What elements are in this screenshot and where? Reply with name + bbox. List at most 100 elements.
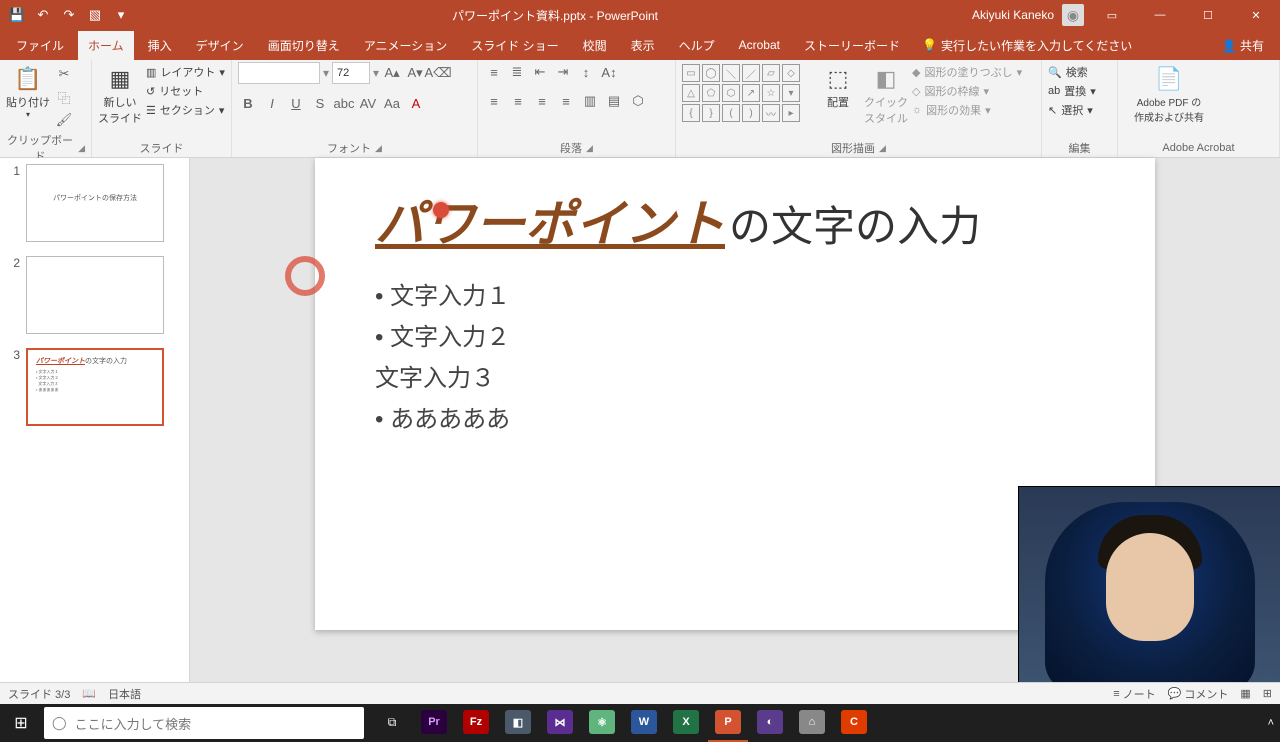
increase-indent-button[interactable]: ⇥ [553,62,573,82]
user-avatar-icon[interactable]: ◉ [1062,4,1084,26]
dialog-launcher-icon[interactable]: ◢ [78,143,85,154]
save-icon[interactable]: 💾 [8,6,26,24]
shapes-gallery[interactable]: ▭◯＼／▱◇ △⬠⬡↗☆▾ {}()〰▸ [682,62,812,122]
section-button[interactable]: ☰セクション ▾ [146,102,225,118]
shape-fill-button[interactable]: ◆図形の塗りつぶし ▾ [912,64,1022,80]
bullet-item[interactable]: あああああ [375,399,1095,434]
clear-formatting-icon[interactable]: A⌫ [428,63,448,83]
tab-file[interactable]: ファイル [6,31,74,60]
close-icon[interactable]: ✕ [1236,0,1276,30]
app-word[interactable]: W [624,704,664,742]
share-button[interactable]: 👤 共有 [1212,33,1274,58]
text-direction-button[interactable]: A↕ [599,62,619,82]
tab-transitions[interactable]: 画面切り替え [258,31,350,60]
task-view-icon[interactable]: ⧉ [372,704,412,742]
slideshow-from-start-icon[interactable]: ▧ [86,6,104,24]
tab-help[interactable]: ヘルプ [669,31,725,60]
tab-storyboard[interactable]: ストーリーボード [794,31,910,60]
strikethrough-button[interactable]: S [310,93,330,113]
language-label[interactable]: 日本語 [108,686,141,702]
slide-sorter-icon[interactable]: ⊞ [1263,687,1272,700]
new-slide-button[interactable]: ▦ 新しい スライド [98,62,142,126]
app-filezilla[interactable]: Fz [456,704,496,742]
justify-button[interactable]: ≡ [556,91,576,111]
quick-styles-button[interactable]: ◧ クイック スタイル [864,62,908,126]
tab-slideshow[interactable]: スライド ショー [461,31,568,60]
dialog-launcher-icon[interactable]: ◢ [586,143,593,154]
slide-position[interactable]: スライド 3/3 [8,686,70,702]
tab-insert[interactable]: 挿入 [138,31,182,60]
app-premiere[interactable]: Pr [414,704,454,742]
undo-icon[interactable]: ↶ [34,6,52,24]
format-painter-icon[interactable]: 🖌 [54,110,74,130]
ribbon-display-options-icon[interactable]: ▭ [1092,0,1132,30]
select-button[interactable]: ↖選択 ▾ [1048,102,1096,118]
font-size-combo[interactable]: 72 [332,62,370,84]
thumbnail-1[interactable]: 1 パワーポイントの保存方法 [6,164,183,242]
columns-button[interactable]: ▥ [580,91,600,111]
app-visualstudio[interactable]: ⋈ [540,704,580,742]
tab-design[interactable]: デザイン [186,31,254,60]
shadow-button[interactable]: abc [334,93,354,113]
spell-check-icon[interactable]: 📖 [82,687,96,700]
thumbnail-2[interactable]: 2 [6,256,183,334]
bullets-button[interactable]: ≡ [484,62,504,82]
decrease-font-icon[interactable]: A▾ [405,63,425,83]
copy-icon[interactable]: ⿻ [54,87,74,107]
paste-button[interactable]: 📋 貼り付け ▾ [6,62,50,119]
increase-font-icon[interactable]: A▴ [382,63,402,83]
arrange-button[interactable]: ⬚ 配置 [816,62,860,110]
font-color-button[interactable]: A [406,93,426,113]
tray-up-icon[interactable]: ˄ [1268,717,1274,729]
taskbar-search[interactable]: ◯ ここに入力して検索 [44,707,364,739]
maximize-icon[interactable]: ☐ [1188,0,1228,30]
start-button[interactable]: ⊞ [0,704,42,742]
minimize-icon[interactable]: — [1140,0,1180,30]
align-center-button[interactable]: ≡ [508,91,528,111]
char-spacing-button[interactable]: AV [358,93,378,113]
tab-home[interactable]: ホーム [78,31,134,60]
tell-me-box[interactable]: 💡 実行したい作業を入力してください [922,37,1132,54]
slide-title[interactable]: パワーポイント の文字の入力 [375,184,1095,256]
create-pdf-button[interactable]: 📄 Adobe PDF の 作成および共有 [1124,62,1214,124]
decrease-indent-button[interactable]: ⇤ [530,62,550,82]
app-generic1[interactable]: ◧ [498,704,538,742]
align-left-button[interactable]: ≡ [484,91,504,111]
change-case-button[interactable]: Aa [382,93,402,113]
tab-review[interactable]: 校閲 [573,31,617,60]
bullet-item[interactable]: 文字入力１ [375,276,1095,311]
shape-outline-button[interactable]: ◇図形の枠線 ▾ [912,83,1022,99]
shape-effects-button[interactable]: ☼図形の効果 ▾ [912,102,1022,118]
redo-icon[interactable]: ↷ [60,6,78,24]
app-generic3[interactable]: ⌂ [792,704,832,742]
reset-button[interactable]: ↺リセット [146,83,225,99]
italic-button[interactable]: I [262,93,282,113]
notes-button[interactable]: ≡ ノート [1113,686,1155,702]
bold-button[interactable]: B [238,93,258,113]
bullet-item[interactable]: 文字入力３ [375,358,1095,393]
thumbnail-3[interactable]: 3 パワーポイントの文字の入力 • 文字入力１• 文字入力２ 文字入力３• ああ… [6,348,183,426]
app-excel[interactable]: X [666,704,706,742]
app-atom[interactable]: ⚛ [582,704,622,742]
underline-button[interactable]: U [286,93,306,113]
app-camtasia[interactable]: C [834,704,874,742]
layout-button[interactable]: ▥レイアウト ▾ [146,64,225,80]
line-spacing-button[interactable]: ↕ [576,62,596,82]
bullet-item[interactable]: 文字入力２ [375,317,1095,352]
numbering-button[interactable]: ≣ [507,62,527,82]
tab-animations[interactable]: アニメーション [354,31,458,60]
align-right-button[interactable]: ≡ [532,91,552,111]
smartart-button[interactable]: ⬡ [628,91,648,111]
slide-thumbnail-panel[interactable]: 1 パワーポイントの保存方法 2 3 パワーポイントの文字の入力 • 文字入力１… [0,158,190,682]
dialog-launcher-icon[interactable]: ◢ [375,143,382,154]
tab-view[interactable]: 表示 [621,31,665,60]
slide-body[interactable]: 文字入力１ 文字入力２ 文字入力３ あああああ [375,276,1095,434]
normal-view-icon[interactable]: ▦ [1240,687,1250,700]
system-tray[interactable]: ˄ [1268,717,1280,729]
app-generic2[interactable]: ◐ [750,704,790,742]
dialog-launcher-icon[interactable]: ◢ [879,143,886,154]
cut-icon[interactable]: ✂ [54,64,74,84]
font-name-combo[interactable] [238,62,320,84]
comments-button[interactable]: 💬 コメント [1168,686,1229,702]
app-powerpoint[interactable]: P [708,704,748,742]
